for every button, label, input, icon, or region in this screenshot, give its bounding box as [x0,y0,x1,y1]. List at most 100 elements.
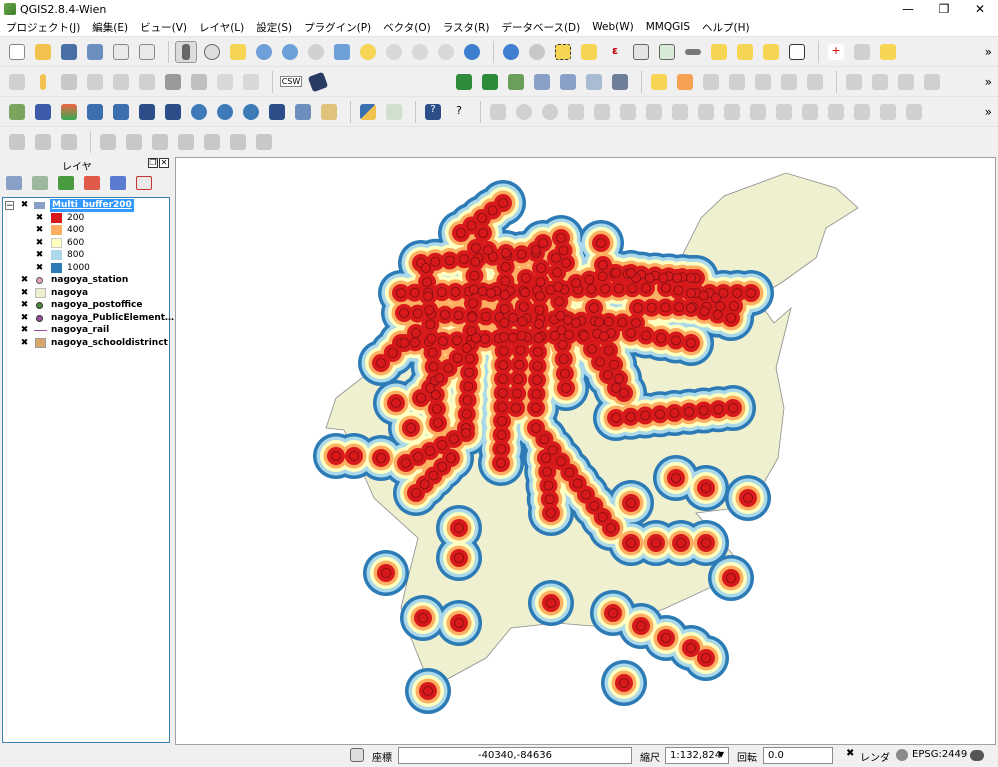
help-icon[interactable]: ? [422,101,444,123]
layer-visibility-checkbox[interactable]: ✖ [20,313,29,323]
add-part-icon[interactable] [643,101,665,123]
close-button[interactable]: ✕ [962,0,998,18]
class-visibility-checkbox[interactable]: ✖ [35,263,44,273]
gps-tool-1-icon[interactable] [6,131,28,153]
class-visibility-checkbox[interactable]: ✖ [35,226,44,235]
menu-view[interactable]: ビュー(V) [140,20,187,35]
move-feature-icon[interactable] [110,71,132,93]
plugin-icon[interactable] [877,41,899,63]
add-group-icon[interactable] [6,176,22,190]
add-postgis-layer-icon[interactable] [58,101,80,123]
mmqgis-upload-icon[interactable] [557,71,579,93]
rotate-feature-icon[interactable] [565,101,587,123]
gps-tool-10-icon[interactable] [253,131,275,153]
menu-database[interactable]: データベース(D) [501,20,580,35]
menu-settings[interactable]: 設定(S) [256,20,292,35]
chevron-down-icon[interactable]: ▼ [718,750,724,759]
label-rotate-icon[interactable] [778,71,800,93]
menu-vector[interactable]: ベクタ(O) [383,20,431,35]
collapse-all-icon[interactable] [110,176,126,190]
class-visibility-checkbox[interactable]: ✖ [35,238,44,248]
maximize-button[interactable]: ❐ [926,0,962,18]
open-project-icon[interactable] [32,41,54,63]
mmqgis-import-icon[interactable] [453,71,475,93]
split-parts-icon[interactable] [825,101,847,123]
class-visibility-checkbox[interactable]: ✖ [35,251,44,260]
menu-layer[interactable]: レイヤ(L) [199,20,244,35]
add-db2-layer-icon[interactable] [162,101,184,123]
undo-icon[interactable] [513,101,535,123]
mmqgis-map-icon[interactable] [505,71,527,93]
delete-ring-icon[interactable] [695,101,717,123]
map-tips-icon[interactable] [526,41,548,63]
add-oracle-layer-icon[interactable] [136,101,158,123]
remove-layer-icon[interactable] [136,176,152,190]
add-mssql-layer-icon[interactable] [110,101,132,123]
mmqgis-database-icon[interactable] [609,71,631,93]
attribute-table-icon[interactable] [630,41,652,63]
crosshair-icon[interactable]: + [825,41,847,63]
deselect-icon[interactable] [578,41,600,63]
zoom-out-icon[interactable] [279,41,301,63]
class-row-200[interactable]: ✖ 200 [3,212,169,225]
field-calculator-icon[interactable]: ε [604,41,626,63]
menu-mmqgis[interactable]: MMQGIS [646,21,690,33]
class-visibility-checkbox[interactable]: ✖ [35,213,44,223]
mmqgis-tree-icon[interactable] [583,71,605,93]
simplify-icon[interactable] [591,101,613,123]
zoom-in-icon[interactable] [253,41,275,63]
layer-nagoya-postoffice[interactable]: ✖ nagoya_postoffice [3,299,169,312]
map-tips-comment-icon[interactable] [708,41,730,63]
zoom-last-icon[interactable] [409,41,431,63]
collapse-icon[interactable]: − [5,201,14,211]
paste-features-icon[interactable] [240,71,262,93]
toggle-editing-icon[interactable] [32,71,54,93]
current-edits-icon[interactable] [6,71,28,93]
crs-label[interactable]: EPSG:2449 [912,749,967,760]
fill-ring-icon[interactable] [669,101,691,123]
menu-raster[interactable]: ラスタ(R) [443,20,490,35]
layer-visibility-checkbox[interactable]: ✖ [20,288,29,298]
diagram-4-icon[interactable] [921,71,943,93]
zoom-to-selection-icon[interactable] [383,41,405,63]
layer-visibility-checkbox[interactable]: ✖ [20,201,29,210]
merge-attributes-icon[interactable] [877,101,899,123]
map-canvas[interactable] [175,157,996,745]
identify-icon[interactable] [500,41,522,63]
float-panel-icon[interactable]: ❐ [148,158,158,168]
gps-tool-9-icon[interactable] [227,131,249,153]
render-checkbox[interactable]: ✖ [846,748,854,759]
add-delimited-text-icon[interactable] [266,101,288,123]
label-move-icon[interactable] [752,71,774,93]
advanced-edit-1-icon[interactable] [487,101,509,123]
save-as-icon[interactable] [84,41,106,63]
class-row-1000[interactable]: ✖ 1000 [3,262,169,275]
class-row-400[interactable]: ✖ 400 [3,224,169,237]
layer-visibility-checkbox[interactable]: ✖ [20,301,29,310]
label-change-icon[interactable] [804,71,826,93]
new-bookmark-icon[interactable] [734,41,756,63]
menu-web[interactable]: Web(W) [592,21,633,33]
composer-manager-icon[interactable] [136,41,158,63]
metasearch-icon[interactable] [307,71,329,93]
zoom-native-icon[interactable] [305,41,327,63]
filter-legend-icon[interactable] [58,176,74,190]
layer-multi-buffer[interactable]: − ✖ Multi_buffer200 [3,199,169,212]
pin-icon[interactable] [851,41,873,63]
add-wms-layer-icon[interactable] [188,101,210,123]
layer-visibility-checkbox[interactable]: ✖ [20,276,29,285]
layer-visibility-checkbox[interactable]: ✖ [20,338,29,348]
save-project-icon[interactable] [58,41,80,63]
text-annotation-icon[interactable] [786,41,808,63]
refresh-icon[interactable] [461,41,483,63]
new-print-composer-icon[interactable] [110,41,132,63]
menu-plugins[interactable]: プラグイン(P) [304,20,371,35]
diagram-1-icon[interactable] [843,71,865,93]
zoom-next-icon[interactable] [435,41,457,63]
mmqgis-db-icon[interactable] [531,71,553,93]
label-tool-icon[interactable] [648,71,670,93]
minimize-button[interactable]: — [890,0,926,18]
python-console-icon[interactable] [357,101,379,123]
chevron-right-icon[interactable]: » [985,75,992,89]
layer-nagoya-schooldistrict[interactable]: ✖ nagoya_schooldistrinct [3,337,169,350]
